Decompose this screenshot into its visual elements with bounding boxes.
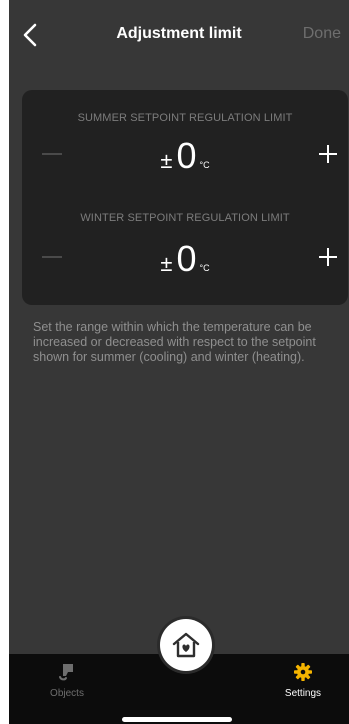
winter-limit-section: WINTER SETPOINT REGULATION LIMIT ±0 °C (22, 190, 348, 280)
page-title: Adjustment limit (116, 25, 242, 42)
done-button[interactable]: Done (303, 25, 341, 43)
summer-limit-label: SUMMER SETPOINT REGULATION LIMIT (77, 112, 293, 124)
lamp-icon (59, 664, 73, 681)
gear-icon (294, 663, 312, 681)
winter-value-number: 0 (176, 238, 197, 279)
summer-value-number: 0 (176, 135, 197, 176)
chevron-left-icon (23, 23, 37, 47)
summer-limit-value: ±0 °C (22, 135, 348, 177)
house-heart-icon (172, 632, 200, 658)
plus-minus-sign: ± (160, 251, 173, 276)
unit-label: °C (199, 160, 210, 170)
summer-limit-section: SUMMER SETPOINT REGULATION LIMIT ±0 °C (22, 90, 348, 180)
unit-label: °C (199, 263, 210, 273)
summer-increase-button[interactable] (316, 142, 340, 166)
limits-card: SUMMER SETPOINT REGULATION LIMIT ±0 °C WI… (22, 90, 348, 305)
winter-limit-value: ±0 °C (22, 238, 348, 280)
description-text: Set the range within which the temperatu… (33, 320, 316, 364)
home-button[interactable] (160, 619, 212, 671)
back-button[interactable] (17, 20, 45, 50)
app-screen: Adjustment limit Done SUMMER SETPOINT RE… (9, 0, 349, 724)
home-indicator (122, 717, 232, 722)
tab-settings-label: Settings (284, 688, 322, 699)
tab-settings[interactable]: Settings (263, 654, 343, 714)
winter-increase-button[interactable] (316, 245, 340, 269)
tab-objects[interactable]: Objects (27, 654, 107, 714)
navigation-bar: Adjustment limit Done (9, 0, 349, 70)
plus-minus-sign: ± (160, 148, 173, 173)
winter-limit-label: WINTER SETPOINT REGULATION LIMIT (80, 212, 290, 224)
tab-objects-label: Objects (50, 688, 84, 699)
